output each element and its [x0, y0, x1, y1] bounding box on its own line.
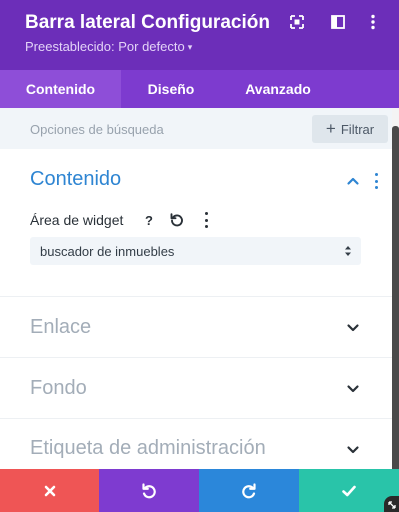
expand-icon[interactable] [288, 13, 306, 31]
tab-advanced[interactable]: Avanzado [221, 70, 335, 108]
chevron-up-icon[interactable] [345, 173, 361, 189]
help-icon[interactable]: ? [139, 210, 159, 230]
settings-header: Barra lateral Configuración Preestableci… [0, 0, 399, 70]
section-content-title[interactable]: Contenido [30, 168, 121, 191]
search-input[interactable]: Opciones de búsqueda [30, 122, 164, 137]
filter-label: Filtrar [340, 121, 375, 137]
chevron-down-icon[interactable] [345, 442, 361, 458]
widget-area-select[interactable]: buscador de inmuebles [30, 237, 361, 265]
field-options-icon[interactable] [202, 212, 210, 228]
section-background-title[interactable]: Fondo [30, 377, 87, 400]
select-arrows-icon [345, 246, 351, 256]
widget-area-label: Área de widget [30, 212, 124, 228]
scrollbar[interactable] [392, 108, 399, 512]
section-link-title[interactable]: Enlace [30, 316, 91, 339]
chevron-down-icon[interactable] [345, 381, 361, 397]
undo-icon [142, 482, 156, 498]
tab-design[interactable]: Diseño [121, 70, 221, 108]
plus-icon: + [325, 118, 336, 138]
preset-caret-icon: ▾ [187, 42, 193, 52]
redo-button[interactable] [199, 469, 299, 512]
resize-icon [388, 501, 396, 509]
scrollbar-thumb[interactable] [392, 126, 399, 486]
select-value: buscador de inmuebles [40, 244, 175, 259]
sidebar-toggle-icon[interactable] [329, 13, 347, 31]
search-bar: Opciones de búsqueda + Filtrar [0, 108, 392, 149]
preset-label: Preestablecido: Por defecto [25, 39, 185, 54]
cancel-button[interactable] [0, 469, 99, 512]
more-vertical-icon[interactable] [364, 13, 382, 31]
close-icon [44, 485, 55, 496]
redo-icon [242, 482, 256, 498]
chevron-down-icon[interactable] [345, 320, 361, 336]
check-icon [342, 485, 356, 496]
section-admin-label-title[interactable]: Etiqueta de administración [30, 437, 266, 460]
reset-icon[interactable] [167, 210, 187, 230]
panel-title: Barra lateral Configuración [25, 12, 270, 33]
section-options-icon[interactable] [372, 173, 380, 189]
section-divider [0, 418, 392, 419]
undo-button[interactable] [99, 469, 199, 512]
section-divider [0, 357, 392, 358]
tab-bar: Contenido Diseño Avanzado [0, 70, 399, 108]
preset-selector[interactable]: Preestablecido: Por defecto ▾ [25, 39, 192, 54]
section-divider [0, 296, 392, 297]
action-bar [0, 469, 399, 512]
tab-content[interactable]: Contenido [0, 70, 121, 108]
filter-button[interactable]: + Filtrar [312, 115, 388, 143]
resize-handle[interactable] [384, 496, 399, 512]
